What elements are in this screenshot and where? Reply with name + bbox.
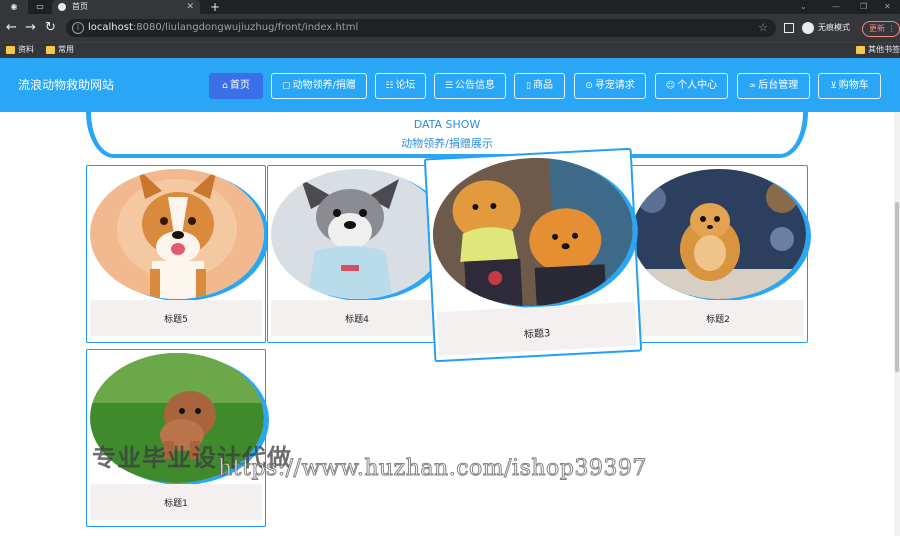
nav-goods[interactable]: ▯ 商品 — [514, 73, 565, 99]
cart-icon: ⊻ — [830, 81, 837, 91]
back-icon[interactable]: ← — [6, 20, 17, 36]
bookmark-folder-ziliao[interactable]: 资料 — [6, 43, 34, 57]
minimize-icon[interactable]: — — [832, 0, 840, 14]
card-caption: 标题5 — [164, 315, 188, 325]
incognito-profile[interactable]: 无痕模式 — [802, 21, 850, 35]
corgi-photo[interactable] — [90, 169, 264, 299]
address-bar[interactable]: i localhost:8080/liulangdongwujiuzhug/fr… — [66, 19, 776, 37]
nav-cart[interactable]: ⊻ 购物车 — [818, 73, 881, 99]
home-icon: ⌂ — [222, 81, 228, 91]
card-caption: 标题2 — [706, 315, 730, 325]
nav-home[interactable]: ⌂ 首页 — [209, 73, 263, 99]
user-icon: ☺ — [665, 81, 676, 91]
banner-title-zh: 动物领养/捐赠展示 — [401, 137, 493, 150]
list-item[interactable]: 标题4 — [267, 165, 447, 343]
schnauzer-photo[interactable] — [271, 169, 445, 299]
tab-close-icon[interactable]: ✕ — [186, 0, 194, 14]
tab-search-icon[interactable]: ⌄ — [800, 0, 807, 14]
url-text[interactable]: localhost:8080/liulangdongwujiuzhug/fron… — [88, 19, 358, 37]
notice-icon: ☰ — [444, 81, 454, 91]
site-header: 流浪动物救助网站 ⌂ 首页 ▢ 动物领养/捐赠 ☷ 论坛 ☰ 公告信息 ▯ 商品 ⊙ 寻宠请… — [0, 58, 900, 112]
browser-toolbar: ← → ↻ i localhost:8080/liulangdongwujiuz… — [0, 14, 900, 42]
reload-icon[interactable]: ↻ — [45, 20, 56, 36]
page-scrollbar[interactable] — [894, 112, 900, 536]
search-pet-icon: ⊙ — [585, 81, 593, 91]
update-button[interactable]: 更新 ⋮ — [862, 21, 900, 37]
incognito-icon — [802, 22, 814, 34]
browser-tab-bar: ◉ ▭ 首页 ✕ + ⌄ — ❐ ✕ — [0, 0, 900, 14]
nav-user-center[interactable]: ☺ 个人中心 — [655, 73, 728, 99]
folder-icon — [856, 46, 865, 54]
pomeranian-sitting-photo[interactable] — [632, 169, 806, 299]
link-icon: ∞ — [748, 81, 757, 91]
other-bookmarks[interactable]: 其他书签 — [856, 43, 900, 57]
card-caption: 标题1 — [164, 499, 188, 509]
nav-find-pet[interactable]: ⊙ 寻宠请求 — [574, 73, 646, 99]
folder-icon — [6, 46, 15, 54]
list-item[interactable]: 标题3 — [424, 148, 642, 362]
data-show-banner: DATA SHOW 动物领养/捐赠展示 — [86, 112, 808, 158]
browser-tab-1[interactable]: ◉ — [0, 0, 28, 14]
bookmark-star-icon[interactable]: ☆ — [758, 19, 768, 37]
favicon-icon — [58, 3, 66, 11]
browser-tab-active[interactable]: 首页 ✕ — [52, 0, 200, 14]
browser-tab-2[interactable]: ▭ — [28, 0, 52, 14]
forum-icon: ☷ — [385, 81, 394, 91]
tab-title: 首页 — [72, 2, 88, 11]
forward-icon[interactable]: → — [25, 20, 36, 36]
nav-admin[interactable]: ∞ 后台管理 — [737, 73, 810, 99]
list-item[interactable]: 标题5 — [86, 165, 266, 343]
banner-title-en: DATA SHOW — [413, 118, 481, 131]
folder-icon — [46, 46, 55, 54]
new-tab-icon[interactable]: + — [210, 0, 220, 14]
site-info-icon[interactable]: i — [72, 22, 84, 34]
site-title: 流浪动物救助网站 — [18, 78, 115, 92]
pomeranian-photo[interactable] — [429, 152, 637, 312]
list-item[interactable]: 标题2 — [628, 165, 808, 343]
bookmark-folder-changyong[interactable]: 常用 — [46, 43, 74, 57]
nav-notice[interactable]: ☰ 公告信息 — [434, 73, 506, 99]
scrollbar-thumb[interactable] — [895, 202, 899, 372]
nav-adopt-donate[interactable]: ▢ 动物领养/捐赠 — [271, 73, 367, 99]
card-caption: 标题4 — [345, 315, 369, 325]
side-panel-icon[interactable] — [784, 23, 794, 33]
window-close-icon[interactable]: ✕ — [884, 0, 891, 14]
nav-forum[interactable]: ☷ 论坛 — [375, 73, 426, 99]
adopt-icon: ▢ — [282, 81, 291, 91]
watermark-url: https://www.huzhan.com/ishop39397 — [218, 456, 647, 482]
bookmarks-bar: 资料 常用 其他书签 — [0, 42, 900, 58]
restore-icon[interactable]: ❐ — [860, 0, 867, 14]
goods-icon: ▯ — [526, 81, 531, 91]
